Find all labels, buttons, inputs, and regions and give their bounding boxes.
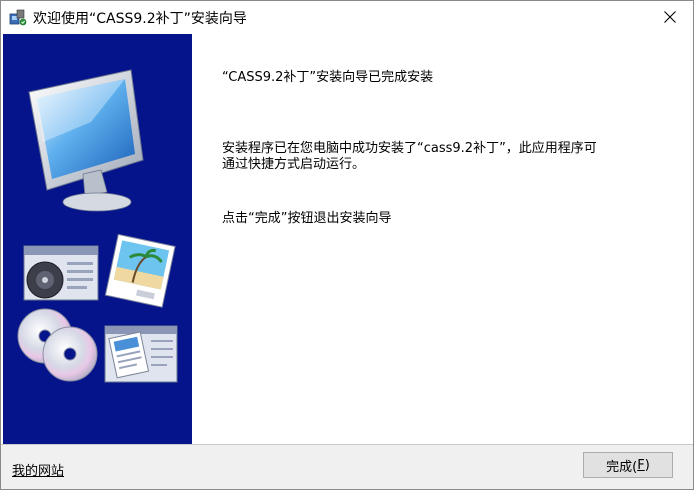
wizard-content: “CASS9.2补丁”安装向导已完成安装 安装程序已在您电脑中成功安装了“cas… [192,34,691,444]
media-player-icon [23,245,99,301]
completion-body-line2: 通过快捷方式启动运行。 [222,157,366,172]
finish-button[interactable]: 完成(F) [583,452,673,478]
wizard-sidebar-banner [3,34,192,444]
completion-heading: “CASS9.2补丁”安装向导已完成安装 [222,70,434,85]
finish-label: 完成( [606,459,638,475]
my-website-link[interactable]: 我的网站 [12,460,64,479]
document-icon [104,325,178,383]
monitor-icon [28,69,144,212]
exit-instruction: 点击“完成”按钮退出安装向导 [222,211,392,226]
completion-body-line1: 安装程序已在您电脑中成功安装了“cass9.2补丁”，此应用程序可 [222,141,597,156]
title-bar: 欢迎使用“CASS9.2补丁”安装向导 [1,1,693,33]
finish-suffix: ) [644,457,650,473]
close-button[interactable] [647,1,693,33]
installer-window: 欢迎使用“CASS9.2补丁”安装向导 “CASS9.2补丁”安装向导已完成安装… [0,0,694,490]
cd-disc-icon [17,308,98,382]
window-title: 欢迎使用“CASS9.2补丁”安装向导 [33,11,247,27]
finish-accelerator: F [637,457,645,473]
photo-icon [104,233,176,308]
installer-icon [9,9,27,26]
footer-bar: 我的网站 完成(F) [1,444,693,489]
close-icon [664,11,676,23]
